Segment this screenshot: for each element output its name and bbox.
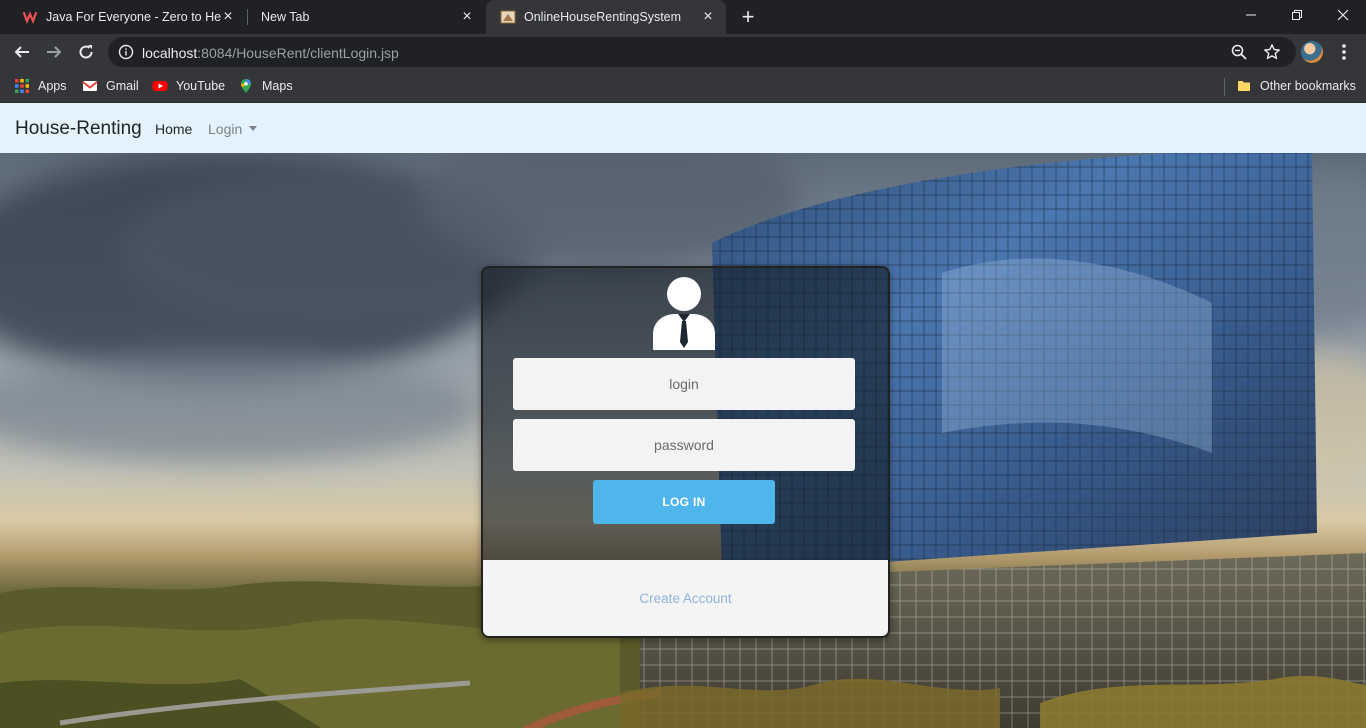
url-host: localhost	[142, 45, 198, 61]
site-navbar: House-Renting Home Login	[0, 103, 1366, 153]
site-info-icon[interactable]	[118, 44, 134, 60]
page-favicon-icon	[500, 10, 516, 24]
site-brand[interactable]: House-Renting	[15, 118, 142, 140]
close-tab-icon[interactable]: ×	[459, 9, 475, 25]
restore-icon[interactable]	[1274, 0, 1320, 30]
bookmarks-divider	[1224, 78, 1225, 96]
bookmark-star-icon[interactable]	[1263, 43, 1281, 61]
caret-down-icon	[249, 126, 258, 131]
browser-toolbar: localhost:8084/HouseRent/clientLogin.jsp	[0, 34, 1366, 70]
password-input[interactable]	[513, 419, 855, 471]
bookmark-gmail[interactable]: Gmail	[82, 77, 139, 95]
nav-login-label: Login	[208, 121, 243, 137]
reload-icon[interactable]	[72, 38, 100, 66]
bookmark-label: Gmail	[106, 79, 139, 93]
maps-icon	[241, 79, 251, 93]
cloud	[0, 353, 480, 463]
udemy-icon	[22, 11, 38, 24]
card-footer: Create Account	[483, 560, 888, 636]
bookmark-youtube[interactable]: YouTube	[152, 77, 225, 95]
web-page: House-Renting Home Login login LOG IN Cr…	[0, 103, 1366, 728]
back-arrow-icon[interactable]	[8, 38, 36, 66]
bookmarks-bar: Apps Gmail YouTube Maps Other bookmarks	[0, 70, 1366, 103]
folder-icon	[1238, 81, 1250, 91]
bookmark-label: YouTube	[176, 79, 226, 93]
nav-login-dropdown[interactable]: Login	[208, 121, 258, 137]
youtube-icon	[152, 81, 168, 91]
url-text: localhost:8084/HouseRent/clientLogin.jsp	[142, 45, 399, 61]
tab-java-course[interactable]: Java For Everyone - Zero to Hero ×	[8, 0, 246, 34]
other-bookmarks[interactable]: Other bookmarks	[1236, 77, 1356, 95]
zoom-icon[interactable]	[1230, 43, 1248, 61]
profile-avatar[interactable]	[1301, 41, 1323, 63]
hero-background: LOG IN Create Account	[0, 153, 1366, 728]
login-button[interactable]: LOG IN	[593, 480, 775, 524]
address-bar[interactable]: localhost:8084/HouseRent/clientLogin.jsp	[108, 37, 1296, 67]
close-tab-icon[interactable]: ×	[700, 9, 716, 25]
tab-new-tab[interactable]: New Tab ×	[247, 0, 485, 34]
tab-title: Java For Everyone - Zero to Hero	[46, 10, 222, 24]
close-window-icon[interactable]	[1320, 0, 1366, 30]
bookmark-apps[interactable]: Apps	[14, 77, 67, 95]
tab-strip: Java For Everyone - Zero to Hero × New T…	[0, 0, 1366, 34]
tab-title: New Tab	[261, 10, 310, 24]
url-path: :8084/HouseRent/clientLogin.jsp	[197, 45, 399, 61]
user-avatar-icon	[653, 277, 715, 350]
bookmark-maps[interactable]: Maps	[238, 77, 293, 95]
login-input[interactable]	[513, 358, 855, 410]
apps-grid-icon	[15, 79, 29, 93]
tab-title: OnlineHouseRentingSystem	[524, 10, 682, 24]
other-bookmarks-label: Other bookmarks	[1260, 79, 1356, 93]
tab-online-house-renting[interactable]: OnlineHouseRentingSystem ×	[486, 0, 726, 34]
nav-home-link[interactable]: Home	[155, 121, 192, 137]
create-account-link[interactable]: Create Account	[639, 591, 731, 606]
minimize-icon[interactable]	[1228, 0, 1274, 30]
forward-arrow-icon[interactable]	[40, 38, 68, 66]
close-tab-icon[interactable]: ×	[220, 9, 236, 25]
gmail-icon	[82, 81, 98, 91]
bookmark-label: Maps	[262, 79, 293, 93]
login-card: LOG IN Create Account	[481, 266, 890, 638]
new-tab-icon[interactable]: +	[737, 6, 759, 28]
bookmark-label: Apps	[38, 79, 67, 93]
more-menu-icon[interactable]	[1334, 42, 1354, 62]
